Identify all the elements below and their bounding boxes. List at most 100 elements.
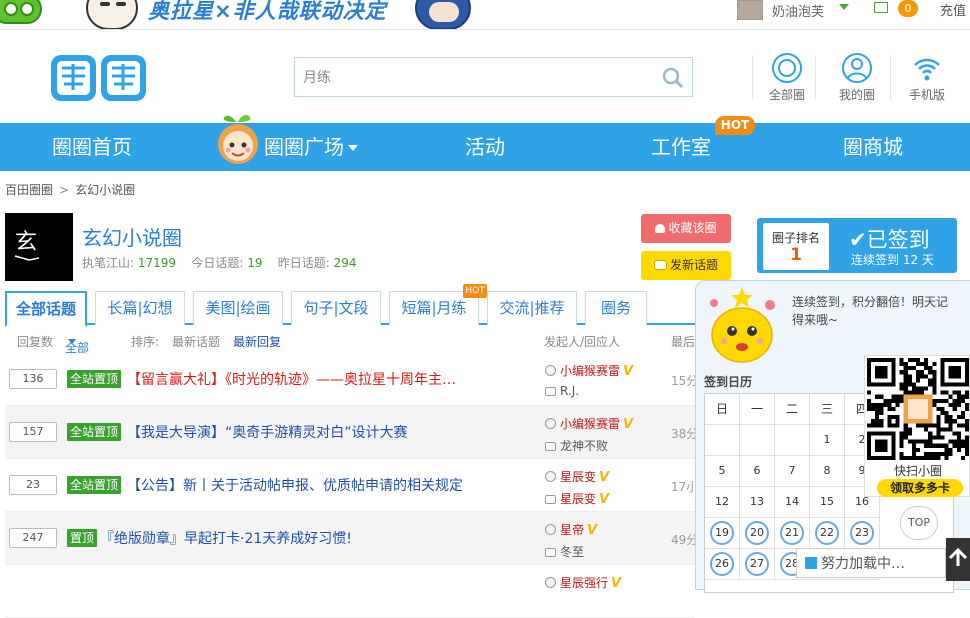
calendar-day[interactable]: 6 <box>740 456 775 487</box>
reply-bubble-icon <box>545 387 556 396</box>
back-to-top-button[interactable]: TOP <box>900 506 938 540</box>
nav-shop[interactable]: 圈商城 <box>830 123 916 171</box>
signed-day-marker: 26 <box>710 552 734 576</box>
topic-row[interactable]: 136 全站置顶 【留言赢大礼】《时光的轨迹》——奥拉星十周年主… 小编猴赛雷 V R.J… <box>5 353 698 406</box>
calendar-day[interactable]: 8 <box>810 456 845 487</box>
poster[interactable]: 星帝 V <box>545 521 597 538</box>
favorite-button-label: 收藏该圈 <box>668 221 717 235</box>
tab-all[interactable]: 全部话题 <box>5 291 87 327</box>
topic-row[interactable]: 247 置顶 『绝版勋章』早起打卡·21天养成好习惯! 星帝 V 冬至 49分 <box>5 512 698 565</box>
owner-value: 17199 <box>137 256 177 270</box>
poster[interactable]: 小编猴赛雷 V <box>545 362 633 379</box>
streak-text: 连续签到 12 天 <box>851 253 934 267</box>
nav-plaza[interactable]: 圈圈广场 <box>264 123 364 171</box>
replier[interactable]: 冬至 <box>545 543 584 560</box>
group-stats: 执笔江山: 17199 今日话题: 19 昨日话题: 294 <box>82 254 357 271</box>
breadcrumb: 百田圈圈 > 玄幻小说圈 <box>5 181 135 198</box>
topic-row[interactable]: 星辰强行 V <box>5 565 695 618</box>
calendar-day[interactable]: 5 <box>705 456 740 487</box>
username-link[interactable]: 奶油泡芙 <box>772 1 824 20</box>
calendar-day[interactable]: 21 <box>775 518 810 549</box>
tab-admin[interactable]: 圈务 <box>585 291 647 325</box>
group-name[interactable]: 玄幻小说圈 <box>82 222 182 251</box>
signed-day-marker: 20 <box>745 521 769 545</box>
topic-title[interactable]: 『绝版勋章』早起打卡·21天养成好习惯! <box>100 528 352 548</box>
topic-title[interactable]: 【公告】新丨关于活动帖申报、优质帖申请的相关规定 <box>127 475 463 495</box>
search-icon[interactable] <box>661 66 685 90</box>
rank-box: 圈子排名 1 <box>763 223 829 270</box>
breadcrumb-current[interactable]: 玄幻小说圈 <box>75 183 135 197</box>
rank-checkin-panel: 圈子排名 1 ✔已签到 连续签到 12 天 <box>757 218 957 273</box>
calendar-day[interactable]: 20 <box>740 518 775 549</box>
banner-text[interactable]: 奥拉星×非人哉联动决定 <box>148 0 387 24</box>
calendar-day[interactable]: 27 <box>740 549 775 580</box>
calendar-day[interactable]: 1 <box>810 425 845 456</box>
nav-mobile[interactable]: 手机版 <box>902 52 952 103</box>
claim-card-button[interactable]: 领取多多卡 <box>877 479 963 497</box>
reply-count: 247 <box>9 528 57 548</box>
nav-all-circles[interactable]: 全部圈 <box>762 52 812 103</box>
topic-title[interactable]: 【我是大导演】“奥奇手游精灵对白”设计大赛 <box>127 422 408 442</box>
pinned-badge: 全站置顶 <box>67 370 122 388</box>
sort-latest-topic[interactable]: 最新话题 <box>172 333 220 350</box>
calendar-day[interactable]: 14 <box>775 487 810 518</box>
pinned-badge: 置顶 <box>67 529 98 547</box>
nav-my-circles-label: 我的圈 <box>838 88 875 102</box>
poster[interactable]: 星辰变 V <box>545 468 609 485</box>
breadcrumb-separator-icon: > <box>59 183 70 197</box>
nav-my-circles[interactable]: 我的圈 <box>832 52 882 103</box>
topic-row[interactable]: 23 全站置顶 【公告】新丨关于活动帖申报、优质帖申请的相关规定 星辰变 V 星辰变 V 17… <box>5 459 698 512</box>
nav-activity[interactable]: 活动 <box>445 123 525 171</box>
poster-name: 小编猴赛雷 <box>560 364 621 378</box>
favorite-button[interactable]: 收藏该圈 <box>641 214 731 243</box>
replier-name: R.J. <box>560 384 580 398</box>
replier-name: 龙神不败 <box>560 439 609 453</box>
poster[interactable]: 星辰强行 V <box>545 574 621 591</box>
nav-studio[interactable]: 工作室 <box>635 123 727 171</box>
calendar-day[interactable]: 12 <box>705 487 740 518</box>
mail-icon[interactable] <box>874 2 888 13</box>
new-topic-button[interactable]: 发新话题 <box>641 251 731 280</box>
topic-title[interactable]: 【留言赢大礼】《时光的轨迹》——奥拉星十周年主… <box>127 369 456 389</box>
poster[interactable]: 小编猴赛雷 V <box>545 415 633 432</box>
group-avatar[interactable]: 玄 <box>5 213 73 281</box>
nav-home[interactable]: 圈圈首页 <box>38 123 146 171</box>
scroll-up-button[interactable] <box>946 538 970 581</box>
replier[interactable]: R.J. <box>545 384 579 398</box>
qr-code-icon[interactable] <box>867 358 969 460</box>
signed-in-button[interactable]: ✔已签到 <box>849 224 930 254</box>
calendar-day[interactable]: 15 <box>810 487 845 518</box>
calendar-day[interactable]: 23 <box>845 518 880 549</box>
game-icon[interactable] <box>0 0 42 24</box>
recharge-link[interactable]: 充值 <box>940 0 966 19</box>
vip-icon: V <box>611 576 622 591</box>
calendar-weekday: 二 <box>775 394 810 425</box>
replier[interactable]: 星辰变 V <box>545 490 609 507</box>
calendar-weekday: 三 <box>810 394 845 425</box>
smiley-mascot-icon <box>710 287 775 363</box>
qr-label: 快扫小圈 <box>893 464 942 478</box>
calendar-day <box>705 425 740 456</box>
search-input[interactable] <box>295 58 655 96</box>
tab-sentences[interactable]: 句子|文段 <box>291 291 381 325</box>
calendar-day[interactable]: 13 <box>740 487 775 518</box>
site-logo[interactable] <box>50 54 147 102</box>
topic-row[interactable]: 157 全站置顶 【我是大导演】“奥奇手游精灵对白”设计大赛 小编猴赛雷 V 龙神不败 38… <box>5 406 698 459</box>
replier[interactable]: 龙神不败 <box>545 437 608 454</box>
user-avatar[interactable] <box>737 0 763 20</box>
calendar-day[interactable]: 19 <box>705 518 740 549</box>
calendar-day[interactable]: 26 <box>705 549 740 580</box>
tab-art[interactable]: 美图|绘画 <box>193 291 283 325</box>
sort-latest-reply[interactable]: 最新回复 <box>233 333 281 350</box>
calendar-title: 签到日历 <box>704 375 753 389</box>
calendar-day[interactable]: 22 <box>810 518 845 549</box>
tab-long-fantasy[interactable]: 长篇|幻想 <box>95 291 185 325</box>
tab-exchange[interactable]: 交流|推荐 <box>487 291 577 325</box>
nav-plaza-label: 圈圈广场 <box>264 135 344 159</box>
calendar-day[interactable]: 7 <box>775 456 810 487</box>
group-avatar-image: 玄 <box>5 213 73 281</box>
topic-tabs: 全部话题 长篇|幻想 美图|绘画 句子|文段 短篇|月练 交流|推荐 圈务 <box>5 291 695 327</box>
breadcrumb-home[interactable]: 百田圈圈 <box>5 183 53 197</box>
mail-count-badge: 0 <box>898 0 918 17</box>
chevron-down-icon[interactable] <box>839 4 849 10</box>
